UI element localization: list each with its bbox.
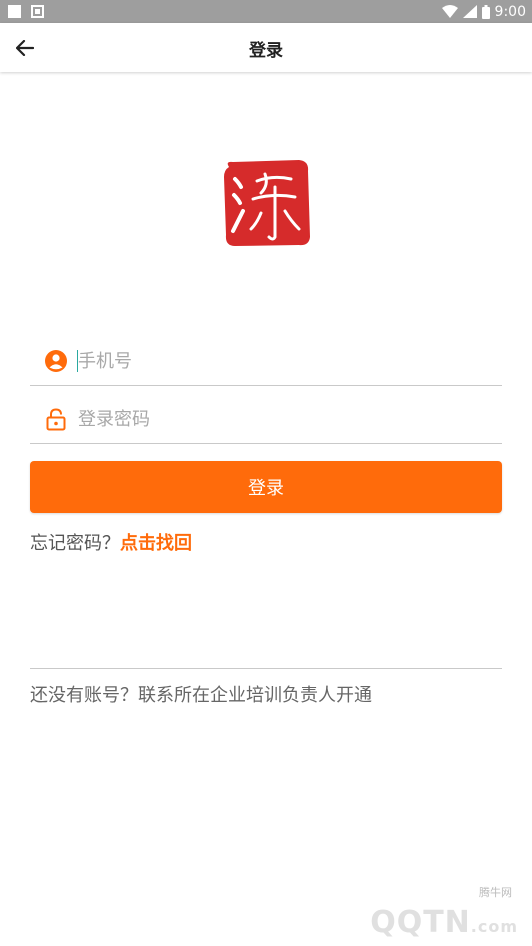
status-time: 9:00 [494, 3, 526, 20]
notification-square-icon [8, 5, 21, 18]
watermark-suffix: .com [470, 917, 518, 936]
user-circle-icon [45, 350, 67, 372]
password-field[interactable] [30, 394, 502, 444]
status-right: 9:00 [441, 0, 526, 23]
wifi-icon [441, 5, 458, 18]
app-logo [224, 160, 310, 246]
watermark-brand-text: QQTN [370, 905, 471, 940]
battery-icon [481, 4, 490, 19]
status-bar: 9:00 [0, 0, 532, 23]
no-account-note: 还没有账号？联系所在企业培训负责人开通 [30, 685, 372, 706]
forgot-password-row: 忘记密码？点击找回 [30, 529, 192, 555]
watermark-brand: QQTN.com [370, 905, 518, 940]
phone-field[interactable] [30, 336, 502, 386]
login-button[interactable]: 登录 [30, 461, 502, 513]
watermark-small-text: 腾牛网 [479, 886, 512, 899]
forgot-password-label: 忘记密码？ [30, 533, 120, 554]
app-notification-icon [31, 5, 44, 18]
watermark-logo: 腾牛网 QQTN.com [298, 884, 518, 940]
page-title: 登录 [249, 41, 283, 61]
lock-icon [46, 408, 66, 431]
signal-icon [462, 5, 477, 18]
password-input[interactable] [78, 403, 478, 435]
forgot-password-link[interactable]: 点击找回 [120, 533, 192, 554]
app-bar: 登录 [0, 23, 532, 72]
divider [30, 668, 502, 669]
phone-input[interactable] [78, 345, 478, 377]
